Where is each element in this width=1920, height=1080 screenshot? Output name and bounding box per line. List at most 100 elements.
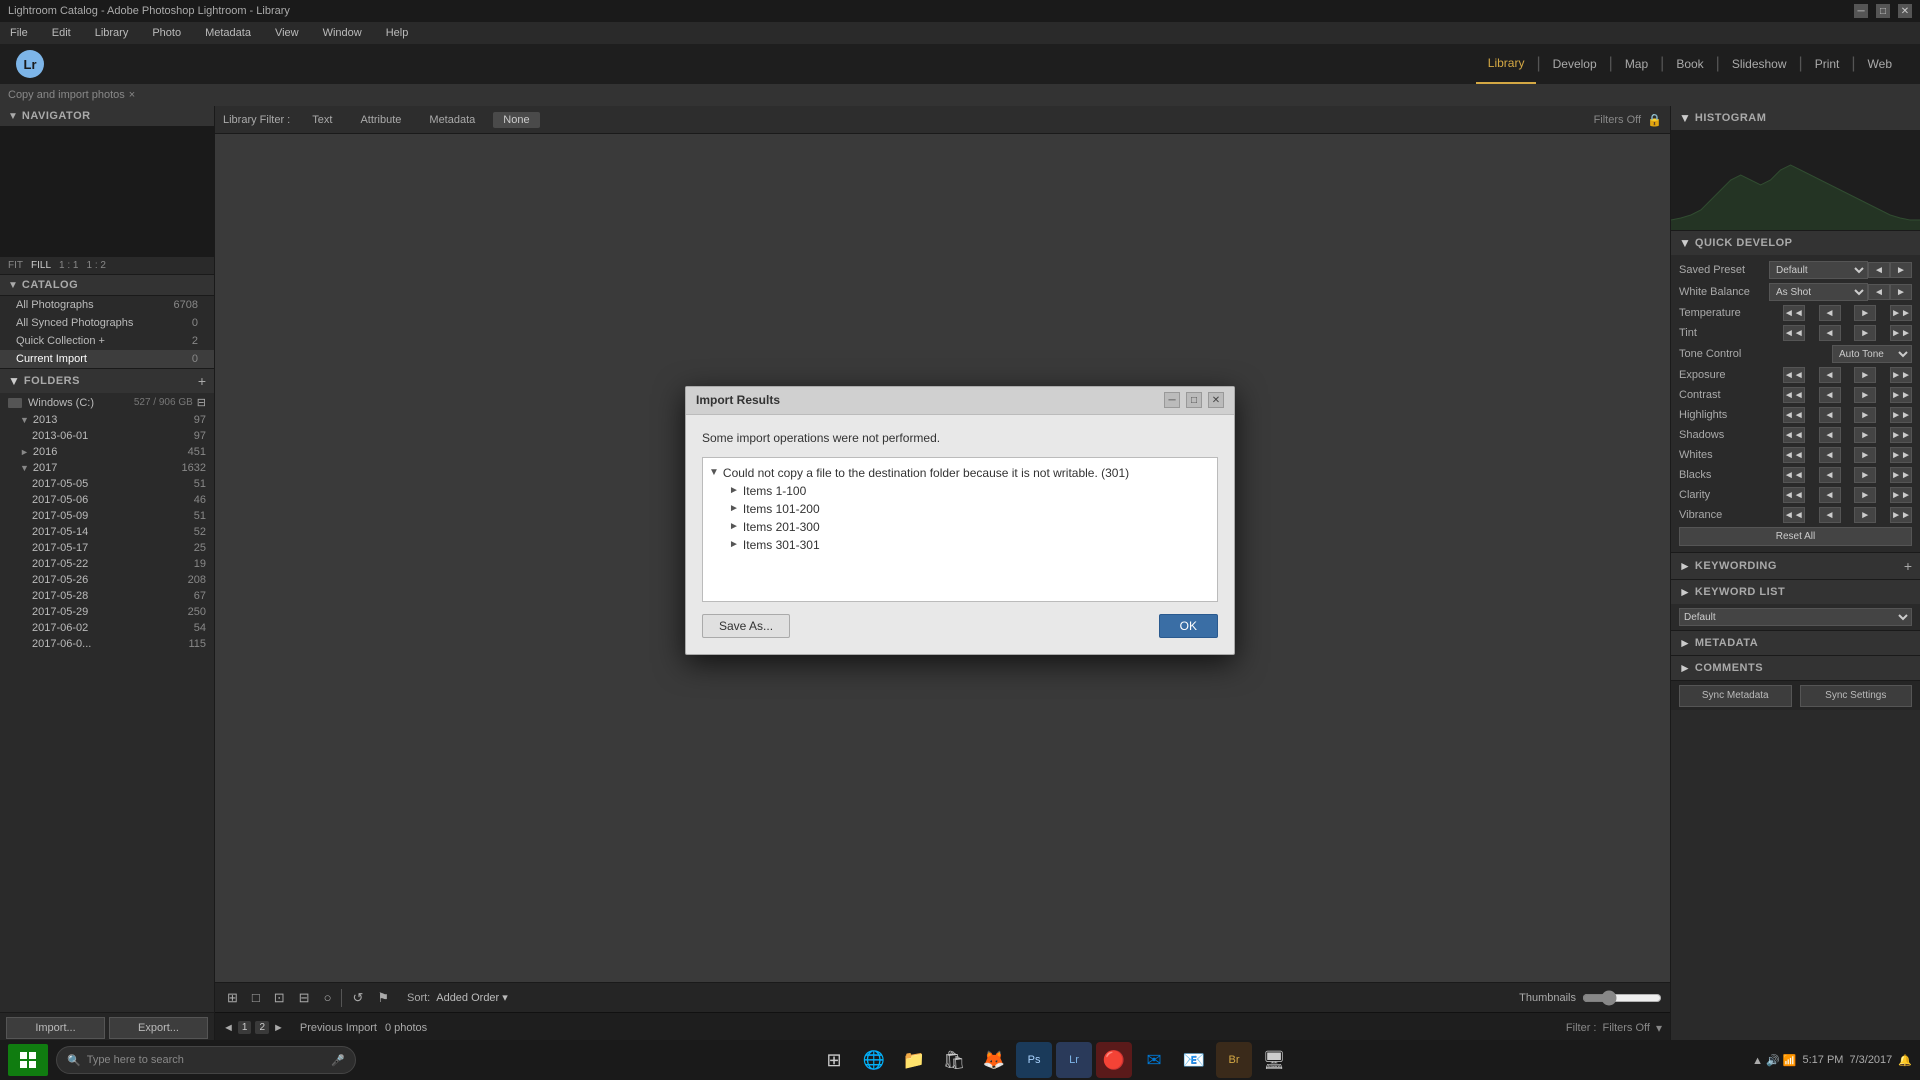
taskbar-edge[interactable]: 🌐 [856,1042,892,1078]
tree-child-2[interactable]: ► Items 101-200 [709,500,1211,518]
qd-wb-select[interactable]: As Shot [1769,283,1868,301]
taskbar-firefox[interactable]: 🦊 [976,1042,1012,1078]
folder-2013[interactable]: ▼ 2013 97 [0,412,214,428]
menu-view[interactable]: View [269,25,305,41]
dialog-maximize-btn[interactable]: □ [1186,392,1202,408]
qd-tone-select[interactable]: Auto Tone [1832,345,1912,363]
zoom-fill[interactable]: FILL [31,260,51,271]
qd-saved-prev[interactable]: ◄ [1868,262,1890,278]
view-loupe-btn[interactable]: □ [248,988,264,1007]
tree-child-1-arrow[interactable]: ► [729,485,739,496]
folder-2017-05-05[interactable]: 2017-05-05 51 [0,476,214,492]
qd-saved-next[interactable]: ► [1890,262,1912,278]
thumbnail-slider[interactable] [1582,990,1662,1006]
module-print[interactable]: Print [1803,44,1852,84]
catalog-synced-photos[interactable]: All Synced Photographs 0 [0,314,214,332]
tree-root-arrow[interactable]: ▼ [709,467,719,478]
filmstrip-next-btn[interactable]: ► [273,1022,284,1034]
taskbar-mail[interactable]: 📧 [1176,1042,1212,1078]
filter-text-btn[interactable]: Text [302,112,342,128]
qd-sh-dr[interactable]: ►► [1890,427,1912,443]
taskbar-explorer[interactable]: 📁 [896,1042,932,1078]
folder-2016[interactable]: ► 2016 451 [0,444,214,460]
drive-item[interactable]: Windows (C:) 527 / 906 GB ⊟ [0,393,214,412]
catalog-current-import[interactable]: Current Import 0 [0,350,214,368]
folders-header[interactable]: ▼ Folders + [0,368,214,393]
qd-con-dl[interactable]: ◄◄ [1783,387,1805,403]
catalog-header[interactable]: ▼ Catalog [0,275,214,296]
qd-wb-next[interactable]: ► [1890,284,1912,300]
prev-import-label[interactable]: Previous Import [300,1022,377,1034]
folder-2017[interactable]: ▼ 2017 1632 [0,460,214,476]
folder-2017-05-14[interactable]: 2017-05-14 52 [0,524,214,540]
module-web[interactable]: Web [1856,44,1904,84]
sync-settings-btn[interactable]: Sync Settings [1800,685,1913,707]
tree-child-4[interactable]: ► Items 301-301 [709,536,1211,554]
folder-2017-05-09[interactable]: 2017-05-09 51 [0,508,214,524]
filmstrip-page1[interactable]: 1 [238,1021,252,1034]
qd-sh-l[interactable]: ◄ [1819,427,1841,443]
qd-bl-dr[interactable]: ►► [1890,467,1912,483]
qd-saved-preset-select[interactable]: Default [1769,261,1868,279]
taskbar-bridge[interactable]: Br [1216,1042,1252,1078]
taskbar-search-bar[interactable]: 🔍 Type here to search 🎤 [56,1046,356,1074]
module-map[interactable]: Map [1613,44,1660,84]
taskbar-store[interactable]: 🛍 [936,1042,972,1078]
taskbar-lightroom[interactable]: Lr [1056,1042,1092,1078]
module-library[interactable]: Library [1476,44,1537,84]
import-button[interactable]: Import... [6,1017,105,1039]
tree-root-item[interactable]: ▼ Could not copy a file to the destinati… [709,464,1211,482]
qd-con-dr[interactable]: ►► [1890,387,1912,403]
menu-photo[interactable]: Photo [146,25,187,41]
tree-child-4-arrow[interactable]: ► [729,539,739,550]
minimize-button[interactable]: ─ [1854,4,1868,18]
folder-2013-06-01[interactable]: 2013-06-01 97 [0,428,214,444]
qd-temp-dr[interactable]: ►► [1890,305,1912,321]
qd-exp-r[interactable]: ► [1854,367,1876,383]
filter-lock-icon[interactable]: 🔒 [1647,113,1662,127]
taskbar-outlook[interactable]: ✉ [1136,1042,1172,1078]
dialog-minimize-btn[interactable]: ─ [1164,392,1180,408]
metadata-preset-select[interactable]: Default [1679,608,1912,626]
qd-tint-dl[interactable]: ◄◄ [1783,325,1805,341]
dialog-ok-btn[interactable]: OK [1159,614,1218,638]
flag-btn[interactable]: ⚑ [373,988,393,1008]
export-button[interactable]: Export... [109,1017,208,1039]
qd-exp-l[interactable]: ◄ [1819,367,1841,383]
folders-add-icon[interactable]: + [198,373,206,389]
keywording-add-icon[interactable]: + [1904,558,1912,574]
menu-metadata[interactable]: Metadata [199,25,257,41]
qd-sh-r[interactable]: ► [1854,427,1876,443]
qd-exp-dr[interactable]: ►► [1890,367,1912,383]
qd-con-r[interactable]: ► [1854,387,1876,403]
tree-child-3[interactable]: ► Items 201-300 [709,518,1211,536]
qd-temp-dl[interactable]: ◄◄ [1783,305,1805,321]
qd-cl-r[interactable]: ► [1854,487,1876,503]
qd-temp-r[interactable]: ► [1854,305,1876,321]
tree-child-1[interactable]: ► Items 1-100 [709,482,1211,500]
qd-exp-dl[interactable]: ◄◄ [1783,367,1805,383]
taskbar-computer[interactable]: 🖥 [1256,1042,1292,1078]
keywording-header[interactable]: ► Keywording + [1671,553,1920,579]
qd-cl-dr[interactable]: ►► [1890,487,1912,503]
folder-2017-05-26[interactable]: 2017-05-26 208 [0,572,214,588]
dialog-close-btn[interactable]: ✕ [1208,392,1224,408]
start-button[interactable] [8,1044,48,1076]
qd-wh-dr[interactable]: ►► [1890,447,1912,463]
drive-toggle[interactable]: ⊟ [197,396,206,409]
qd-hi-r[interactable]: ► [1854,407,1876,423]
qd-bl-dl[interactable]: ◄◄ [1783,467,1805,483]
filmstrip-page2[interactable]: 2 [255,1021,269,1034]
catalog-all-photos[interactable]: All Photographs 6708 [0,296,214,314]
filter-attribute-btn[interactable]: Attribute [350,112,411,128]
folder-2017-05-28[interactable]: 2017-05-28 67 [0,588,214,604]
qd-tint-dr[interactable]: ►► [1890,325,1912,341]
taskbar-task-view[interactable]: ⊞ [816,1042,852,1078]
taskbar-notification-icon[interactable]: 🔔 [1898,1054,1912,1067]
menu-edit[interactable]: Edit [46,25,77,41]
filter-none-btn[interactable]: None [493,112,539,128]
qd-bl-r[interactable]: ► [1854,467,1876,483]
dialog-save-btn[interactable]: Save As... [702,614,790,638]
histogram-header[interactable]: ▼ Histogram [1671,106,1920,130]
menu-file[interactable]: File [4,25,34,41]
